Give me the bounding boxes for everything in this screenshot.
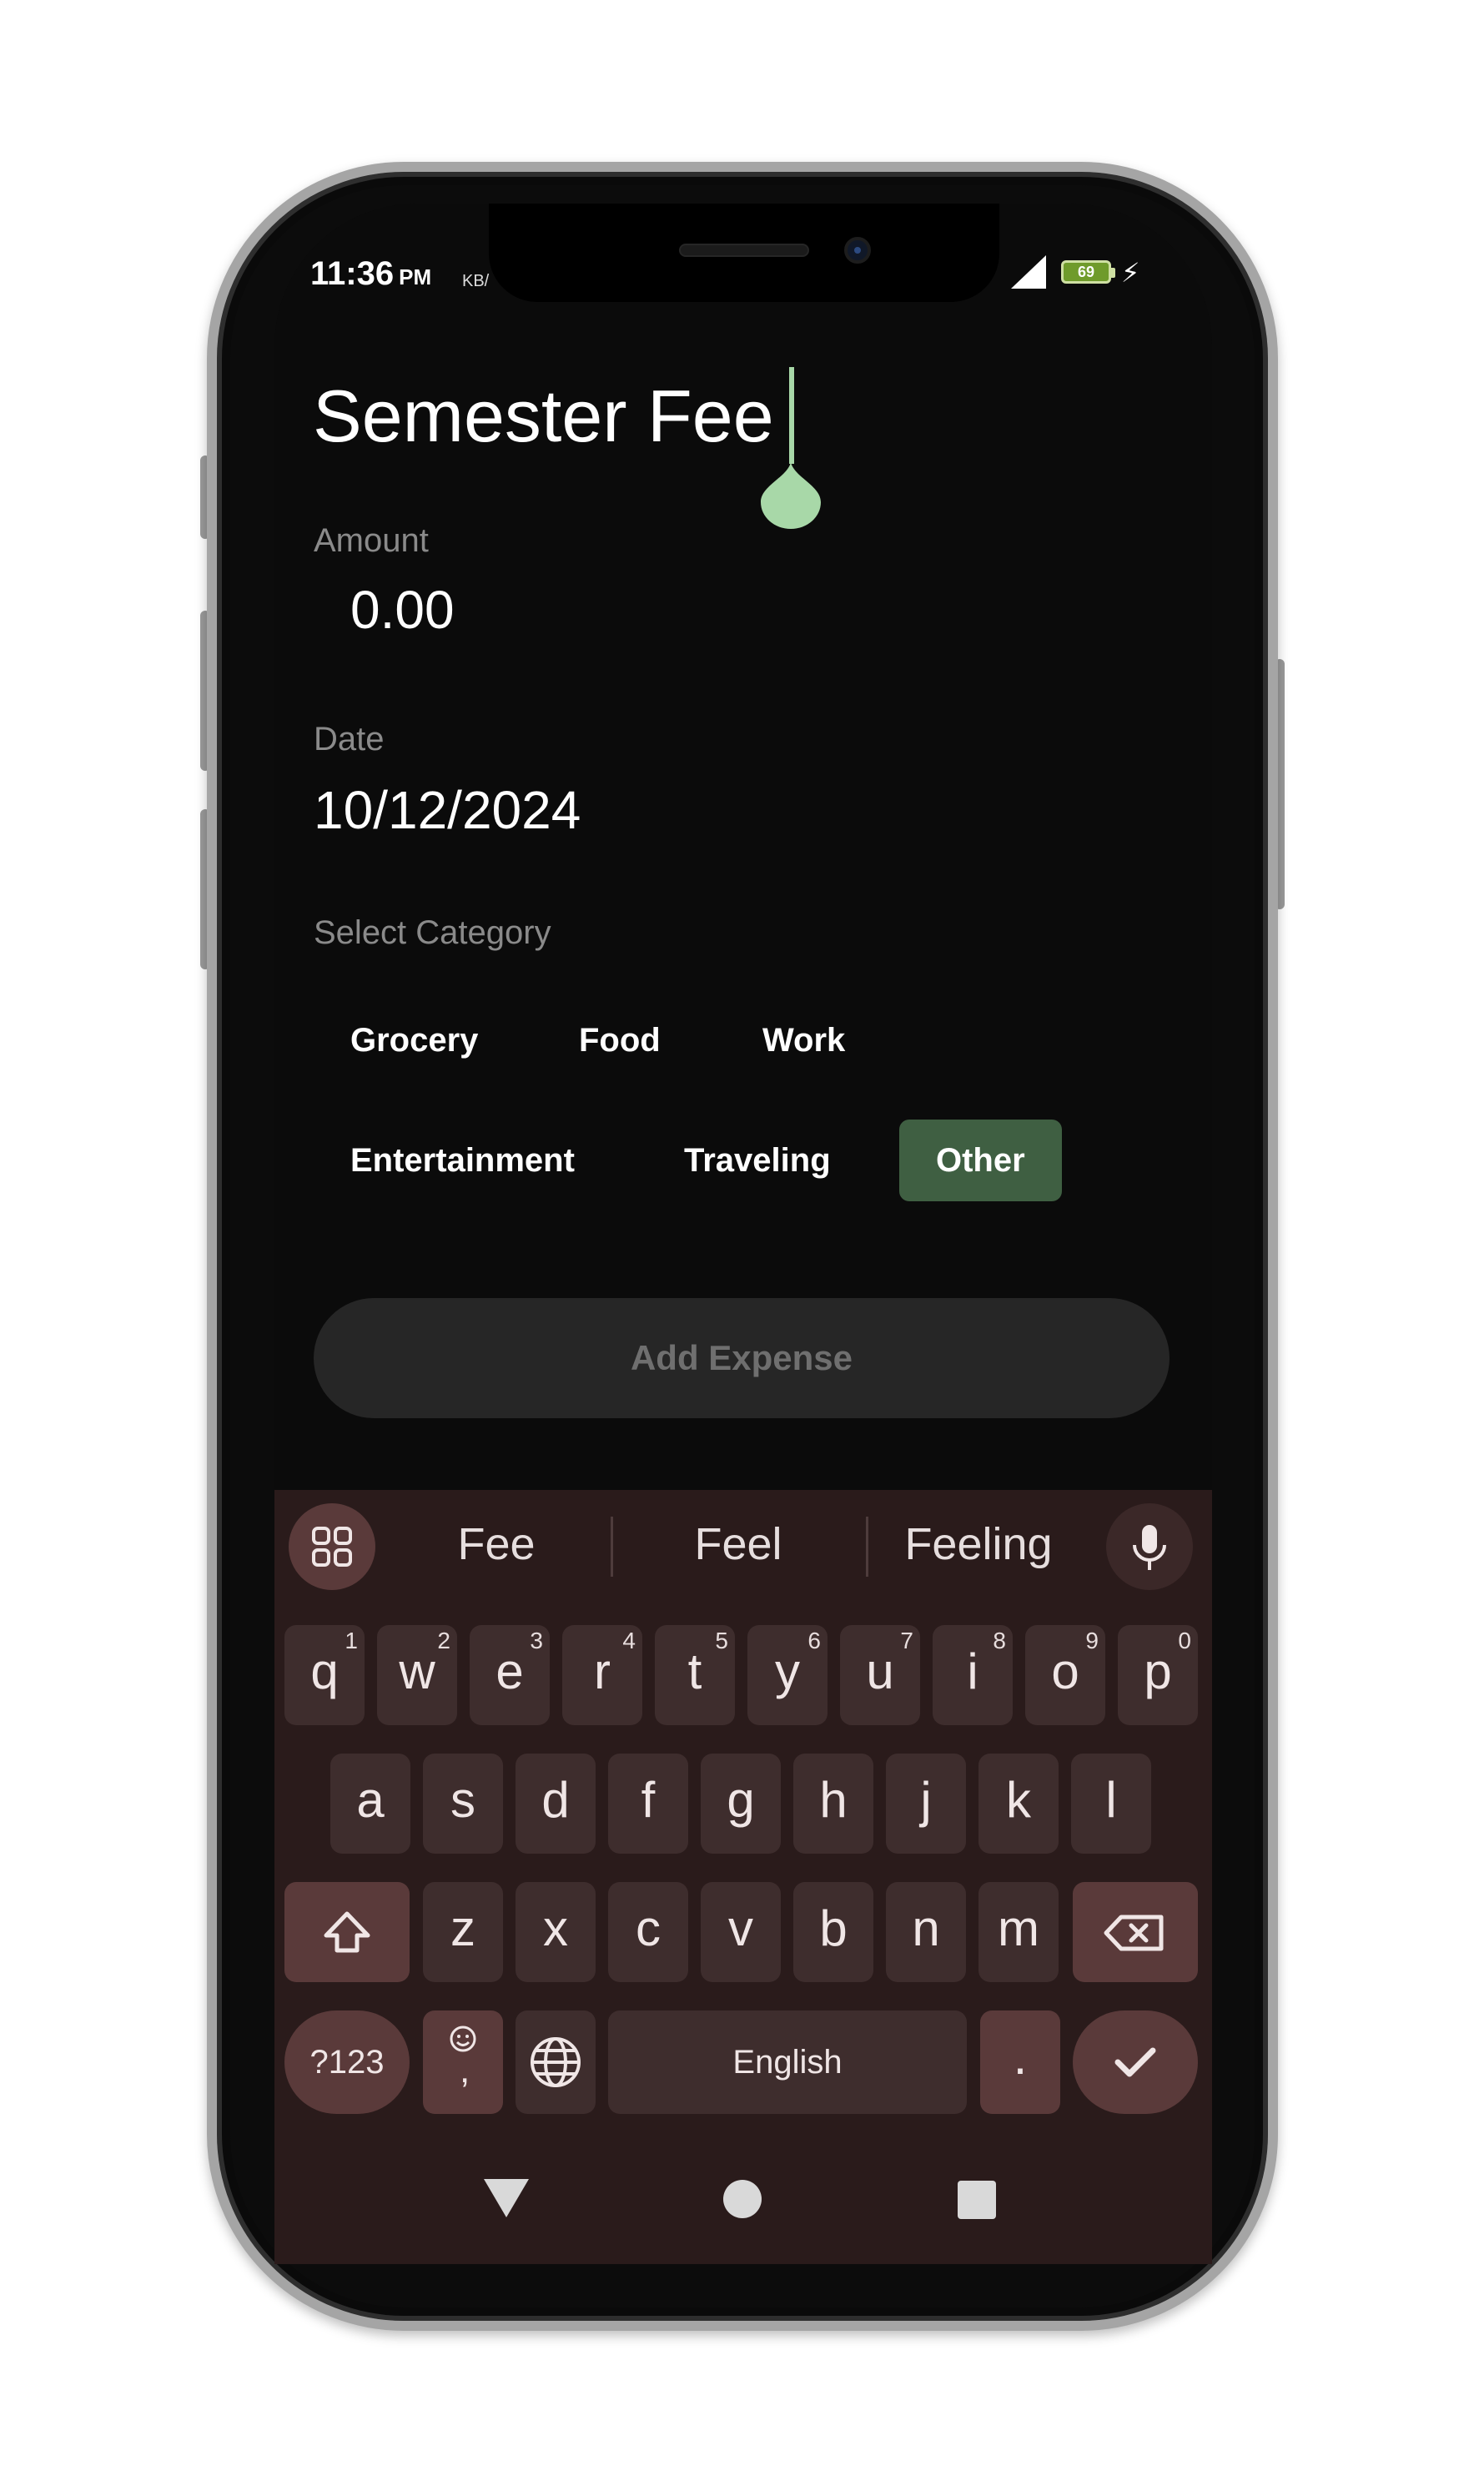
key-hint: 8 [993,1628,1006,1653]
battery-icon: 69 [1061,260,1111,284]
enter-key[interactable] [1073,2010,1198,2114]
key-o[interactable]: o9 [1025,1625,1105,1725]
key-m[interactable]: m [978,1882,1059,1982]
category-chip-work[interactable]: Work [726,999,882,1081]
expense-title-input[interactable]: Semester Fee [313,370,774,462]
key-r[interactable]: r4 [562,1625,642,1725]
text-cursor [789,367,794,464]
voice-input-button[interactable] [1106,1503,1193,1590]
key-a[interactable]: a [330,1754,410,1854]
date-picker[interactable]: 10/12/2024 [314,779,581,841]
key-d[interactable]: d [516,1754,596,1854]
battery-tip [1111,268,1115,278]
key-s[interactable]: s [423,1754,503,1854]
amount-input[interactable]: 0.00 [350,579,455,641]
key-w[interactable]: w2 [377,1625,457,1725]
backspace-key[interactable] [1073,1882,1198,1982]
keyboard-menu-button[interactable] [289,1503,375,1590]
signal-icon [1011,255,1046,289]
key-hint: 2 [437,1628,450,1653]
date-label: Date [314,721,385,757]
key-j[interactable]: j [886,1754,966,1854]
add-expense-button[interactable]: Add Expense [314,1298,1170,1418]
key-hint: 1 [345,1628,358,1653]
key-k[interactable]: k [978,1754,1059,1854]
key-p[interactable]: p0 [1118,1625,1198,1725]
category-chip-entertainment[interactable]: Entertainment [314,1120,611,1201]
symbols-key[interactable]: ?123 [284,2010,410,2114]
key-l[interactable]: l [1071,1754,1151,1854]
key-e[interactable]: e3 [470,1625,550,1725]
space-key[interactable]: English [608,2010,967,2114]
key-hint: 7 [900,1628,913,1653]
emoji-comma-key[interactable]: , [423,2010,503,2114]
triangle-back-icon[interactable] [484,2179,529,2219]
key-hint: 9 [1085,1628,1099,1653]
cursor-handle-icon[interactable] [761,462,821,529]
key-q[interactable]: q1 [284,1625,365,1725]
key-hint: 5 [715,1628,728,1653]
key-hint: 3 [530,1628,543,1653]
emoji-icon: , [450,2026,476,2091]
globe-icon [531,2037,581,2087]
backspace-icon [1104,1915,1164,1951]
network-speed: KB/ [462,272,490,290]
mic-icon [1133,1525,1166,1570]
keyboard [274,1490,1212,2264]
key-hint: 6 [807,1628,821,1653]
key-i[interactable]: i8 [933,1625,1013,1725]
suggestion-divider [866,1517,868,1577]
key-c[interactable]: c [608,1882,688,1982]
front-camera [844,237,871,264]
shift-key[interactable] [284,1882,410,1982]
suggestion-divider [611,1517,613,1577]
key-z[interactable]: z [423,1882,503,1982]
charging-icon: ⚡ [1121,258,1140,288]
key-t[interactable]: t5 [655,1625,735,1725]
circle-home-icon[interactable] [722,2179,762,2219]
key-v[interactable]: v [701,1882,781,1982]
suggestion-1[interactable]: Fee [392,1518,601,1570]
key-hint: 0 [1178,1628,1191,1653]
key-h[interactable]: h [793,1754,873,1854]
key-n[interactable]: n [886,1882,966,1982]
check-icon [1114,2047,1156,2077]
suggestion-2[interactable]: Feel [634,1518,843,1570]
category-chip-traveling[interactable]: Traveling [647,1120,868,1201]
category-chip-food[interactable]: Food [542,999,697,1081]
suggestion-3[interactable]: Feeling [874,1518,1083,1570]
category-chip-other[interactable]: Other [899,1120,1062,1201]
earpiece-speaker [679,244,809,257]
key-b[interactable]: b [793,1882,873,1982]
status-time: 11:36 PM [310,255,432,292]
key-u[interactable]: u7 [840,1625,920,1725]
amount-label: Amount [314,522,429,559]
key-hint: 4 [622,1628,636,1653]
shift-icon [324,1911,370,1953]
period-key[interactable]: . [980,2010,1060,2114]
key-g[interactable]: g [701,1754,781,1854]
svg-text:,: , [460,2050,470,2091]
key-f[interactable]: f [608,1754,688,1854]
category-chip-grocery[interactable]: Grocery [314,999,515,1081]
category-label: Select Category [314,914,551,951]
grid-icon [312,1527,352,1567]
key-x[interactable]: x [516,1882,596,1982]
status-ampm: PM [399,264,432,289]
square-recents-icon[interactable] [958,2181,996,2219]
language-key[interactable] [516,2010,596,2114]
key-y[interactable]: y6 [747,1625,828,1725]
